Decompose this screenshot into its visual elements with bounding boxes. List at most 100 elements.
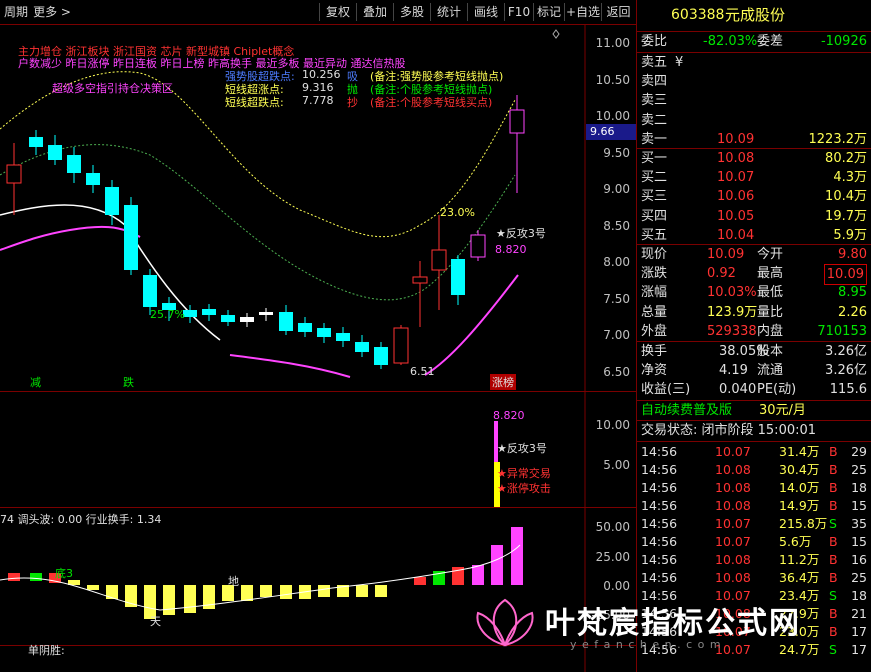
sub1-signal-label: ★涨停攻击	[497, 482, 551, 495]
f10-button[interactable]: F10	[504, 3, 533, 21]
y-tick: 10.00	[595, 418, 630, 432]
stat-label: 总量	[641, 304, 668, 320]
low-price-label: 6.51	[410, 365, 435, 378]
candle	[393, 327, 409, 364]
indicator-bar	[414, 577, 426, 585]
back-button[interactable]: 返回	[601, 3, 635, 21]
weibi-value: -82.03%	[703, 34, 758, 49]
tick-volume: 215.8万	[779, 516, 828, 531]
y-tick: 7.00	[603, 328, 630, 342]
candle	[336, 333, 350, 341]
tick-price: 10.07	[715, 516, 751, 531]
stat-label: 现价	[641, 247, 668, 262]
indicator-bar	[472, 565, 484, 585]
stock-header[interactable]: 603388 元成股份	[637, 6, 871, 28]
bid-price: 10.05	[717, 208, 755, 224]
tick-volume: 14.9万	[779, 498, 820, 513]
tick-count: 18	[851, 480, 867, 495]
bid-price: 10.07	[717, 170, 755, 186]
sub2-header: 74 调头波: 0.00 行业换手: 1.34	[0, 513, 162, 526]
tick-count: 15	[851, 498, 867, 513]
signal-label-die: 跌	[123, 376, 134, 389]
y-tick: 9.50	[603, 146, 630, 160]
y-tick: 10.00	[595, 109, 630, 123]
tick-volume: 31.4万	[779, 444, 820, 459]
watermark-text: 叶梵宸指标公式网	[545, 606, 801, 641]
tick-time: 14:56	[641, 516, 678, 531]
promo-row[interactable]: 自动续费普及版 30元/月	[637, 401, 871, 420]
stat-value: 123.9万	[707, 304, 758, 320]
tick-price: 10.08	[715, 462, 751, 477]
ask-label: 卖三	[641, 93, 668, 109]
trade-state: 交易状态: 闭市阶段 15:00:01	[641, 423, 817, 438]
draw-line-button[interactable]: 画线	[467, 3, 504, 21]
stat-value: 529338	[707, 323, 757, 339]
indicator-bar	[241, 585, 253, 601]
settings-icon[interactable]	[552, 29, 560, 39]
kline-chart-area[interactable]: 11.00 10.50 10.00 9.50 9.00 8.50 8.00 7.…	[0, 25, 636, 672]
stats-button[interactable]: 统计	[430, 3, 467, 21]
candle	[29, 137, 43, 147]
tick-direction: B	[829, 570, 838, 585]
candle	[470, 234, 486, 258]
y-tick: 11.00	[595, 36, 630, 50]
stat-label: 涨跌	[641, 266, 668, 282]
candle	[124, 205, 138, 270]
multi-stock-button[interactable]: 多股	[393, 3, 430, 21]
tick-volume: 5.6万	[779, 534, 812, 549]
tick-price: 10.08	[715, 570, 751, 585]
stat-label: PE(动)	[757, 382, 797, 398]
candle	[317, 328, 331, 337]
tick-price: 10.08	[715, 498, 751, 513]
candle	[298, 323, 312, 332]
watermark: 叶梵宸指标公式网 y e f a n c h e n . c o m	[470, 590, 870, 660]
signal-label-zhangbang: 涨榜	[490, 374, 516, 390]
stat-value: 0.040	[719, 382, 757, 398]
y-tick: 25.00	[595, 550, 630, 564]
ask-label: 卖五	[641, 55, 668, 70]
tick-volume: 11.2万	[779, 552, 820, 567]
tick-direction: B	[829, 534, 838, 549]
bid-volume: 80.2万	[825, 151, 867, 166]
tick-time: 14:56	[641, 462, 678, 477]
watermark-url: y e f a n c h e n . c o m	[570, 638, 722, 651]
candlestick-chart[interactable]	[0, 25, 636, 672]
stock-name: 元成股份	[725, 6, 786, 24]
add-watchlist-button[interactable]: +自选	[564, 3, 601, 21]
bid-volume: 4.3万	[833, 170, 867, 186]
tick-volume: 36.4万	[779, 570, 820, 585]
indicator-text-3: 超级多空指引持仓决策区	[52, 82, 173, 95]
indicator-bar	[280, 585, 292, 599]
candle	[279, 312, 293, 331]
y-tick: 8.50	[603, 219, 630, 233]
period-button[interactable]: 周期	[2, 3, 30, 21]
bid-label: 买五	[641, 227, 668, 243]
stat-value: 3.26亿	[825, 344, 867, 359]
more-button[interactable]: 更多 >	[32, 3, 72, 21]
stat-label: 最低	[757, 285, 784, 301]
stat-value: 0.92	[707, 266, 736, 282]
tick-direction: S	[829, 516, 837, 531]
candle	[412, 276, 428, 284]
overlay-button[interactable]: 叠加	[356, 3, 393, 21]
y-tick: 10.50	[595, 73, 630, 87]
tick-count: 25	[851, 462, 867, 477]
candle	[202, 309, 216, 315]
candle	[221, 315, 235, 322]
bid-price: 10.06	[717, 189, 755, 205]
bid-price: 10.04	[717, 227, 755, 243]
tick-time: 14:56	[641, 480, 678, 495]
fuquan-button[interactable]: 复权	[319, 3, 356, 21]
bid-volume: 19.7万	[825, 208, 867, 224]
level-value: 9.316	[302, 81, 334, 94]
level-value: 10.256	[302, 68, 341, 81]
promo-text: 自动续费普及版	[641, 403, 733, 418]
mark-button[interactable]: 标记	[533, 3, 564, 21]
stat-value: 2.26	[838, 304, 867, 320]
indicator-bar	[8, 573, 20, 581]
candle	[48, 145, 62, 160]
bid-volume: 10.4万	[825, 189, 867, 205]
stat-label: 收益(三)	[641, 382, 691, 398]
candle	[67, 155, 81, 173]
tick-price: 10.07	[715, 444, 751, 459]
